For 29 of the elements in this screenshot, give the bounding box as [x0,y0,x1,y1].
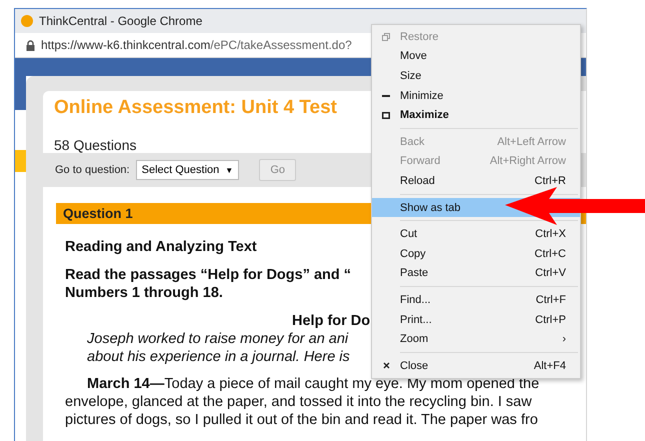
restore-icon [382,32,390,41]
menu-item[interactable]: Print... Ctrl+P [372,310,580,330]
url-host: https://www-k6.thinkcentral.com [41,38,210,52]
menu-item[interactable]: Size [372,66,580,86]
maximize-icon [382,112,390,119]
section-heading: Reading and Analyzing Text [64,238,257,256]
url-path: /ePC/takeAssessment.do? [210,38,352,52]
passage-intro: Joseph worked to raise money for an ani about his experience in a journal. Here is [86,330,350,366]
arrow-icon [505,187,645,227]
menu-item[interactable]: Minimize [372,86,580,106]
minimize-icon [382,94,390,97]
window-title: ThinkCentral - Google Chrome [39,14,202,28]
menu-item[interactable]: Maximize [372,105,580,125]
passage-title: Help for Do [291,312,370,330]
menu-item[interactable]: Find... Ctrl+F [372,290,580,310]
assessment-title: Online Assessment: Unit 4 Test [54,97,337,119]
menu-item[interactable]: Cut Ctrl+X [372,224,580,244]
question-select[interactable]: Select Question ▼ [136,160,240,180]
menu-item[interactable]: Reload Ctrl+R [372,171,580,191]
lock-icon [26,40,35,50]
app-icon [21,15,33,27]
menu-item[interactable]: Copy Ctrl+C [372,244,580,264]
menu-item[interactable]: Zoom › [372,329,580,349]
instructions: Read the passages “Help for Dogs” and “ Numbers 1 through 18. [64,266,352,302]
menu-item[interactable]: Paste Ctrl+V [372,264,580,284]
question-count: 58 Questions [54,137,136,153]
menu-item[interactable]: Close Alt+F4 [372,356,580,376]
close-icon [382,362,390,370]
go-to-label: Go to question: [55,164,130,176]
